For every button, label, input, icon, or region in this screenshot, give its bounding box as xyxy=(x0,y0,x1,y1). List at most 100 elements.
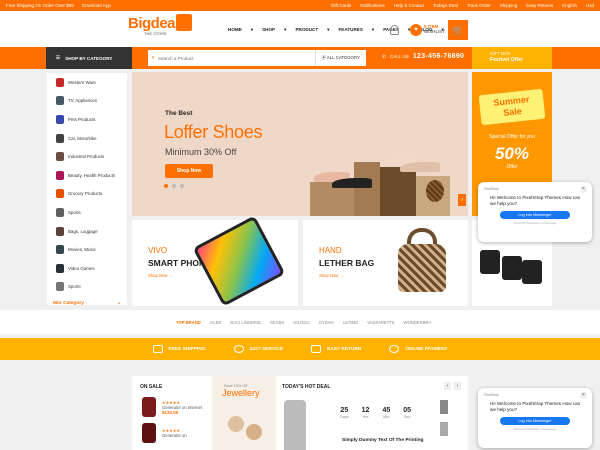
hero-subtitle: Minimum 30% Off xyxy=(165,147,237,157)
shop-now-link[interactable]: Shop Now → xyxy=(148,273,173,278)
track-order-link[interactable]: Track Order xyxy=(467,3,491,8)
countdown: 25 Days 12 Hrs 45 Min 05 Sec xyxy=(340,407,412,419)
phone-number[interactable]: 123-456-76890 xyxy=(413,53,464,60)
return-icon xyxy=(311,345,322,353)
juicer-image xyxy=(284,400,306,450)
brand-item[interactable]: GEXBS xyxy=(270,320,284,325)
feature-payment: ONLINE PAYMENT xyxy=(389,345,448,353)
heart-icon[interactable]: ♥ xyxy=(410,24,422,36)
brand-item[interactable]: OYSHO xyxy=(319,320,334,325)
search-box: ⌕ ⦿ ALL CATEGORY xyxy=(148,50,366,66)
slider-dot[interactable] xyxy=(172,184,176,188)
prev-arrow-icon[interactable]: ‹ xyxy=(444,382,451,390)
category-thumbnail-icon xyxy=(56,96,64,106)
language-select[interactable]: English xyxy=(562,3,577,8)
close-icon[interactable]: × xyxy=(580,186,587,193)
more-category-link[interactable]: Mor Category ⌄ xyxy=(47,296,127,310)
messenger-chat-widget: PixelStrap × Hi! Welcome to PixelStrap T… xyxy=(478,182,592,242)
sidebar-category-item[interactable]: Sports xyxy=(47,203,127,222)
category-thumbnail-icon xyxy=(56,77,64,87)
camera-image xyxy=(502,256,522,280)
category-thumbnail-icon xyxy=(56,114,64,124)
smartphone-image xyxy=(192,215,286,307)
notifications-link[interactable]: Notifications xyxy=(360,3,385,8)
shipping-link[interactable]: Shipping xyxy=(500,3,518,8)
sidebar-category-item[interactable]: Grocery Products xyxy=(47,185,127,204)
sidebar-category-item[interactable]: Beauty, Health Products xyxy=(47,166,127,185)
free-shipping-link[interactable]: Free Shipping On Order Over $99 xyxy=(6,3,74,8)
sidebar-category-label: Video Games xyxy=(68,265,95,271)
sidebar-category-item[interactable]: Pets Products xyxy=(47,110,127,129)
brand-item[interactable]: VASSARETTE xyxy=(367,320,394,325)
hero-pretitle: The Best xyxy=(165,110,193,117)
sidebar-category-label: Sports xyxy=(68,284,81,290)
truck-icon xyxy=(152,345,163,353)
brand-item[interactable]: IOLODO xyxy=(293,320,309,325)
summer-sale-title: Summer Sale xyxy=(478,88,546,126)
product-image xyxy=(142,423,156,443)
category-thumbnail-icon xyxy=(56,189,64,199)
brand-item[interactable]: WONDERBRA xyxy=(404,320,432,325)
sidebar-category-item[interactable]: TV, Appliances xyxy=(47,92,127,111)
gift-cards-link[interactable]: Gift Cards xyxy=(331,3,351,8)
feature-bar: FREE SHIPPING 24X7 SERVICE EASY RETURN O… xyxy=(0,338,600,360)
next-arrow-icon[interactable]: › xyxy=(454,382,461,390)
download-app-link[interactable]: Download App xyxy=(82,3,111,8)
nav-shop[interactable]: SHOP xyxy=(262,27,275,33)
category-thumbnail-icon xyxy=(56,133,64,143)
sidebar-category-item[interactable]: Video Games xyxy=(47,259,127,278)
sidebar-category-item[interactable]: Industrial Products xyxy=(47,147,127,166)
easy-returns-link[interactable]: Easy Returns xyxy=(526,3,553,8)
jewellery-banner[interactable]: Save 10% Off Jewellery xyxy=(212,376,276,450)
search-input[interactable] xyxy=(158,55,308,61)
next-arrow-icon[interactable]: › xyxy=(458,194,466,206)
smartphone-banner[interactable]: VIVO SMART PHONE Shop Now → xyxy=(132,215,298,307)
messenger-chat-widget: PixelStrap × Hi! Welcome to PixelStrap T… xyxy=(478,388,592,448)
phone-icon: ✆ xyxy=(382,53,386,59)
sidebar-category-item[interactable]: Western Ware xyxy=(47,73,127,92)
user-icon[interactable] xyxy=(390,25,399,35)
help-contact-link[interactable]: Help & Contact xyxy=(394,3,424,8)
sidebar-category-label: Grocery Products xyxy=(68,191,103,197)
search-icon[interactable]: ⌕ xyxy=(148,55,158,62)
brand-item[interactable]: ACER xyxy=(210,320,222,325)
chevron-down-icon: ⌄ xyxy=(116,300,121,306)
hot-deal-product-title[interactable]: Simply Dummy Text Of The Printing xyxy=(342,438,423,443)
category-select[interactable]: ⦿ ALL CATEGORY xyxy=(314,50,366,66)
wishlist[interactable]: 0 ITEM WISHLIST xyxy=(424,24,445,34)
thumbnail[interactable] xyxy=(440,422,448,436)
brand-item[interactable]: BACI LINGERIE xyxy=(230,320,260,325)
nav-product[interactable]: PRODUCT xyxy=(295,27,318,33)
cart-icon[interactable]: 🛒 xyxy=(448,20,468,40)
sidebar-category-item[interactable]: Sports xyxy=(47,278,127,297)
list-item[interactable]: ★★★★★ Generator on Internet $133.00 xyxy=(132,394,212,420)
shop-now-link[interactable]: Shop Now → xyxy=(319,273,344,278)
sidebar-category-label: Movies, Music xyxy=(68,247,96,253)
thumbnail[interactable] xyxy=(440,400,448,414)
category-thumbnail-icon xyxy=(56,245,64,255)
top-bar: Free Shipping On Order Over $99 Download… xyxy=(0,0,600,11)
sidebar-category-item[interactable]: Car, Motorbike xyxy=(47,129,127,148)
log-into-messenger-button[interactable]: Log into Messenger xyxy=(500,211,570,219)
close-icon[interactable]: × xyxy=(580,392,587,399)
search-bar: ☰ SHOP BY CATEGORY ⌕ ⦿ ALL CATEGORY ✆ CA… xyxy=(0,47,600,69)
shop-by-category-button[interactable]: ☰ SHOP BY CATEGORY xyxy=(46,47,132,69)
gift-box[interactable]: GIFT BOX Festivel Offer xyxy=(472,47,552,69)
list-item[interactable]: ★★★★★ Generator on xyxy=(132,420,212,446)
shopping-bag-logo-icon xyxy=(176,14,192,31)
slider-dot[interactable] xyxy=(180,184,184,188)
slider-dot[interactable] xyxy=(164,184,168,188)
sidebar-category-item[interactable]: Bags, Luggage xyxy=(47,222,127,241)
currency-select[interactable]: Usd xyxy=(586,3,594,8)
nav-home[interactable]: HOME xyxy=(228,27,242,33)
hero-shop-now-button[interactable]: Shop Now xyxy=(165,164,213,178)
bag-banner[interactable]: HAND LETHER BAG Shop Now → xyxy=(303,220,468,306)
sidebar-category-label: Pets Products xyxy=(68,116,96,122)
sidebar-category-item[interactable]: Movies, Music xyxy=(47,240,127,259)
nav-features[interactable]: FEATURES xyxy=(338,27,362,33)
brand-item[interactable]: ULTIMO xyxy=(343,320,359,325)
jewel-image xyxy=(246,424,262,440)
log-into-messenger-button[interactable]: Log into Messenger xyxy=(500,417,570,425)
wood-block xyxy=(380,167,416,216)
todays-deal-link[interactable]: Todays Deal xyxy=(433,3,458,8)
